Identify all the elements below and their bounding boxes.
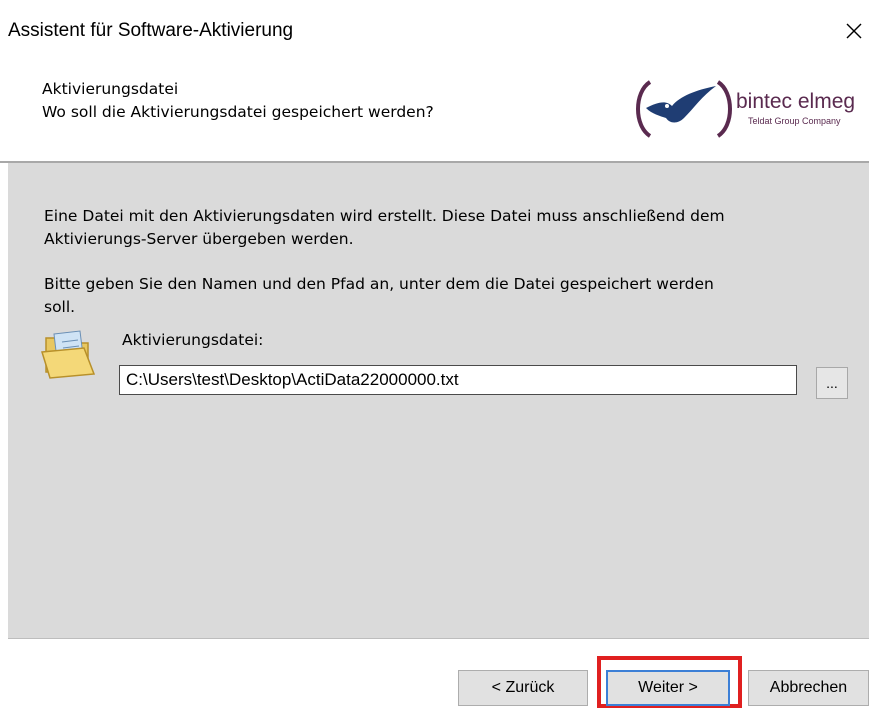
window-title: Assistent für Software-Aktivierung (8, 20, 294, 41)
browse-button[interactable]: ... (816, 367, 848, 399)
intro-text-line1: Eine Datei mit den Aktivierungsdaten wir… (44, 207, 725, 225)
close-button[interactable] (838, 14, 869, 48)
back-button[interactable]: < Zurück (458, 670, 588, 706)
brand-logo: bintec elmeg Teldat Group Company (630, 78, 866, 140)
bintec-elmeg-logo-icon: bintec elmeg Teldat Group Company (636, 80, 855, 138)
intro-text-line2: Aktivierungs-Server übergeben werden. (44, 230, 354, 248)
next-button[interactable]: Weiter > (606, 670, 730, 706)
wizard-window: Assistent für Software-Aktivierung Aktiv… (0, 0, 869, 708)
page-title: Aktivierungsdatei (42, 80, 179, 98)
instruction-text-line1: Bitte geben Sie den Namen und den Pfad a… (44, 275, 714, 293)
open-folder-icon (40, 328, 100, 380)
logo-brand-text: bintec elmeg (736, 90, 855, 113)
activation-file-path-input[interactable] (119, 365, 797, 395)
title-bar: Assistent für Software-Aktivierung (0, 0, 869, 50)
close-icon (846, 23, 861, 39)
page-subtitle: Wo soll die Aktivierungsdatei gespeicher… (42, 103, 434, 121)
logo-tagline-text: Teldat Group Company (748, 116, 841, 126)
cancel-button[interactable]: Abbrechen (748, 670, 869, 706)
instruction-text-line2: soll. (44, 298, 76, 316)
activation-file-label: Aktivierungsdatei: (122, 331, 264, 349)
